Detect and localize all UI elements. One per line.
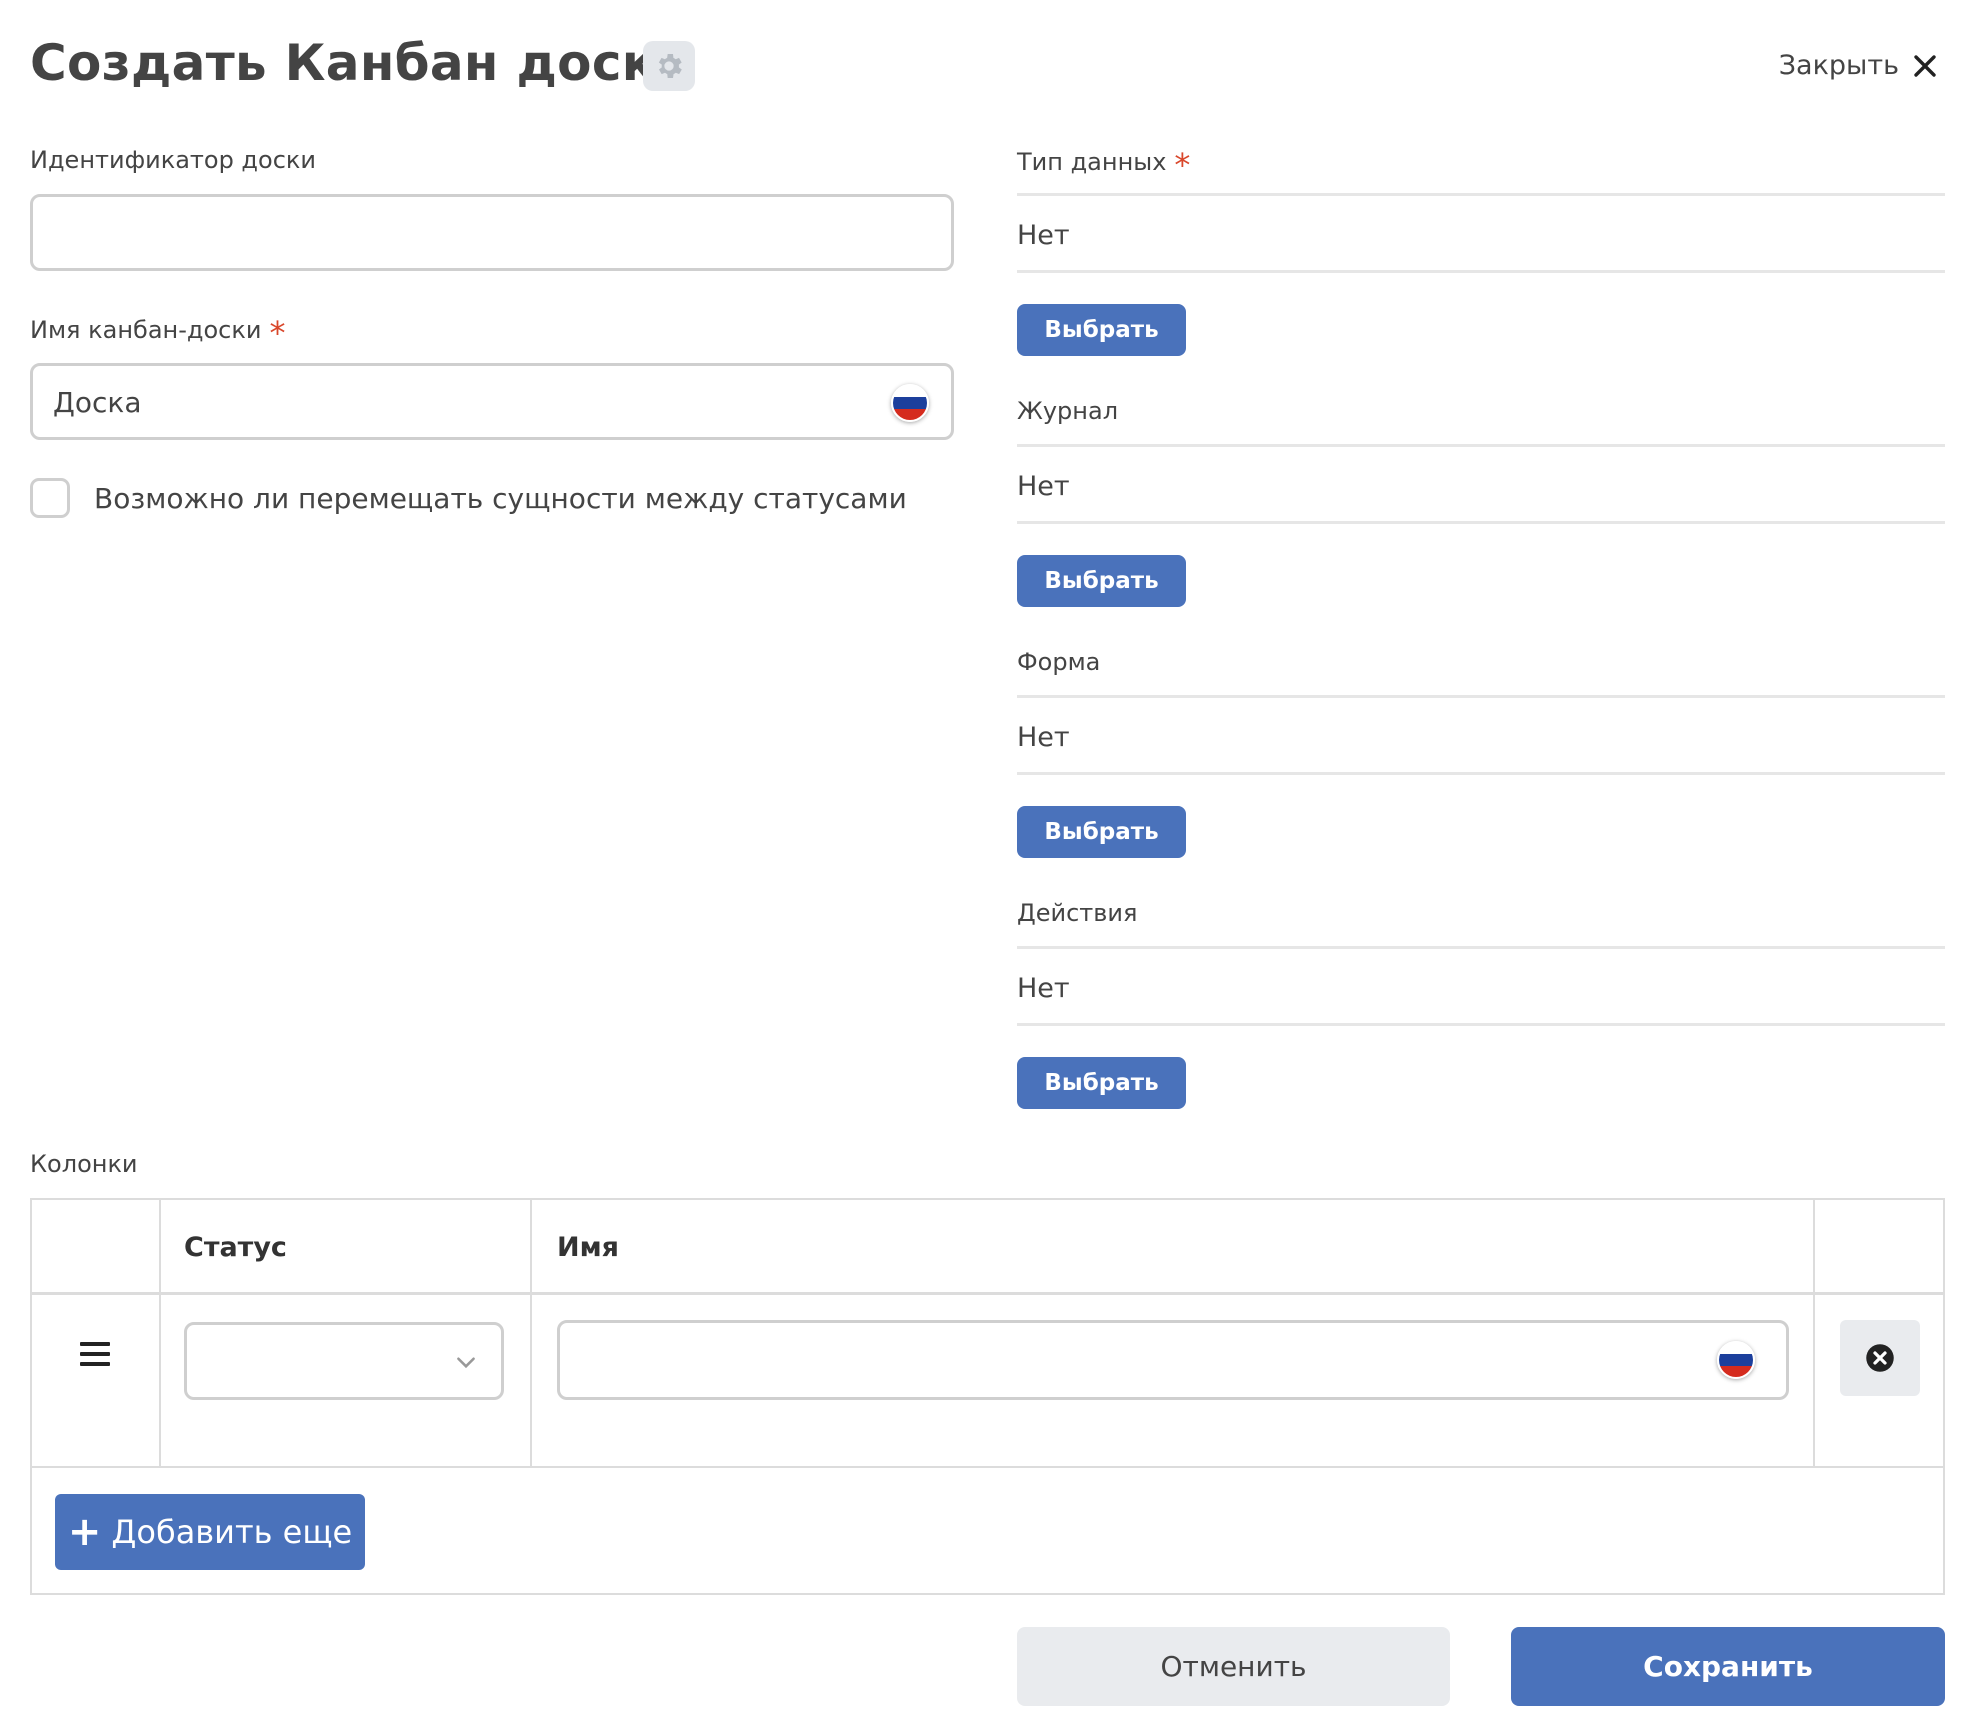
actions-label: Действия — [1017, 899, 1138, 927]
move-between-statuses-label: Возможно ли перемещать сущности между ст… — [94, 482, 907, 515]
close-icon — [1914, 54, 1936, 77]
board-id-input[interactable] — [30, 194, 954, 271]
drag-handle-icon[interactable] — [80, 1342, 110, 1372]
divider — [1017, 270, 1945, 273]
delete-row-button[interactable] — [1840, 1320, 1920, 1396]
save-button[interactable]: Сохранить — [1511, 1627, 1945, 1706]
divider — [1017, 444, 1945, 447]
remove-circle-icon — [1866, 1344, 1894, 1372]
board-name-value: Доска — [53, 386, 142, 419]
status-select[interactable] — [184, 1322, 504, 1400]
status-column-header: Статус — [184, 1232, 287, 1263]
data-type-label: Тип данных * — [1017, 146, 1190, 184]
journal-label: Журнал — [1017, 397, 1119, 425]
column-name-input[interactable] — [557, 1320, 1789, 1400]
row-divider — [32, 1466, 1943, 1468]
required-mark: * — [269, 314, 286, 352]
ru-flag-icon[interactable] — [891, 384, 929, 422]
kanban-create-dialog: Создать Канбан доска Закрыть Идентификат… — [0, 0, 1977, 1732]
actions-value: Нет — [1017, 973, 1070, 1004]
journal-value: Нет — [1017, 471, 1070, 502]
data-type-select-button[interactable]: Выбрать — [1017, 304, 1186, 356]
page-title: Создать Канбан доска — [30, 34, 691, 92]
form-value: Нет — [1017, 722, 1070, 753]
cancel-button[interactable]: Отменить — [1017, 1627, 1450, 1706]
move-between-statuses-checkbox[interactable] — [30, 478, 70, 518]
data-type-value: Нет — [1017, 220, 1070, 251]
column-divider — [530, 1200, 532, 1468]
journal-select-button[interactable]: Выбрать — [1017, 555, 1186, 607]
divider — [1017, 521, 1945, 524]
divider — [1017, 772, 1945, 775]
add-more-button[interactable]: + Добавить еще — [55, 1494, 365, 1570]
board-name-label: Имя канбан-доски * — [30, 314, 285, 352]
header-divider — [32, 1292, 1943, 1295]
form-label: Форма — [1017, 648, 1101, 676]
plus-icon: + — [67, 1509, 102, 1555]
gear-icon — [658, 54, 682, 78]
ru-flag-icon[interactable] — [1717, 1341, 1755, 1379]
name-column-header: Имя — [557, 1232, 620, 1263]
close-label: Закрыть — [1778, 50, 1899, 81]
column-divider — [159, 1200, 161, 1468]
close-button[interactable]: Закрыть — [1779, 50, 1937, 81]
board-id-label: Идентификатор доски — [30, 146, 316, 174]
form-select-button[interactable]: Выбрать — [1017, 806, 1186, 858]
add-more-label: Добавить еще — [111, 1513, 353, 1551]
data-type-label-text: Тип данных — [1017, 148, 1167, 176]
column-divider — [1813, 1200, 1815, 1468]
required-mark: * — [1174, 146, 1191, 184]
board-name-input[interactable]: Доска — [30, 363, 954, 440]
actions-select-button[interactable]: Выбрать — [1017, 1057, 1186, 1109]
board-name-label-text: Имя канбан-доски — [30, 316, 262, 344]
divider — [1017, 695, 1945, 698]
divider — [1017, 193, 1945, 196]
columns-label: Колонки — [30, 1150, 138, 1178]
divider — [1017, 946, 1945, 949]
divider — [1017, 1023, 1945, 1026]
settings-button[interactable] — [643, 41, 695, 91]
chevron-down-icon — [457, 1357, 475, 1369]
columns-table: Статус Имя + Добавить еще — [30, 1198, 1945, 1595]
